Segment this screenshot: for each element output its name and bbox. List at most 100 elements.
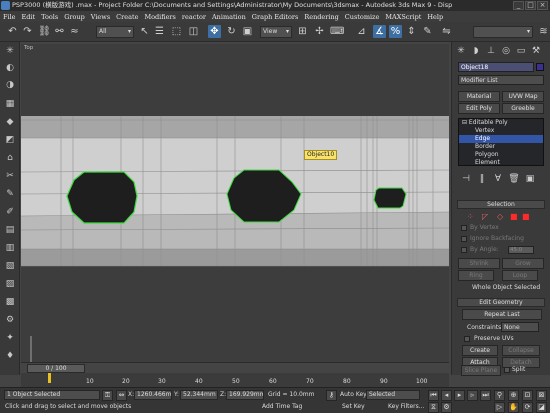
snap-toggle-icon[interactable]: ⊿ — [355, 25, 368, 38]
mirror-icon[interactable]: ⇋ — [440, 25, 453, 38]
pin-stack-icon[interactable]: ⊣ — [460, 173, 472, 185]
zoom-icon[interactable]: ⚲ — [494, 390, 505, 401]
key-icon[interactable]: ⚷ — [326, 390, 337, 401]
menu-maxscript[interactable]: MAXScript — [385, 13, 421, 21]
reference-coordinate-dropdown[interactable]: View — [260, 26, 292, 38]
stack-item-editable-poly[interactable]: ⊟ Editable Poly — [459, 119, 543, 127]
utilities-icon[interactable]: ◩ — [4, 134, 16, 146]
menu-group[interactable]: Group — [64, 13, 85, 21]
pivot-center-icon[interactable]: ⊞ — [296, 25, 309, 38]
viewport-canvas[interactable] — [21, 44, 449, 375]
unlink-icon[interactable]: ⚯ — [53, 25, 66, 38]
tool-2-icon[interactable]: ▨ — [4, 278, 16, 290]
angle-snap-icon[interactable]: ∡ — [373, 25, 386, 38]
material-icon[interactable]: ⌂ — [4, 152, 16, 164]
paint-icon[interactable]: ✐ — [4, 206, 16, 218]
modifier-list-dropdown[interactable]: Modifier List — [458, 75, 544, 85]
material-button[interactable]: Material — [458, 91, 500, 102]
select-and-scale-icon[interactable]: ▣ — [241, 25, 254, 38]
menu-graph-editors[interactable]: Graph Editors — [252, 13, 299, 21]
minimize-button[interactable]: _ — [513, 1, 524, 10]
named-selection-icon[interactable]: ✎ — [421, 25, 434, 38]
menu-help[interactable]: Help — [427, 13, 443, 21]
create-button[interactable]: Create — [462, 345, 498, 356]
spinner-snap-icon[interactable]: ⇕ — [405, 25, 418, 38]
orbit-icon[interactable]: ⟳ — [522, 402, 533, 413]
play-icon[interactable]: ▸ — [454, 390, 465, 401]
greeble-button[interactable]: Greeble — [502, 103, 544, 114]
hierarchy-tab-icon[interactable]: ⊥ — [485, 45, 497, 57]
track-bar[interactable]: 10 20 30 40 50 60 70 80 90 100 — [21, 373, 449, 387]
create-icon[interactable]: ✳ — [4, 45, 16, 57]
edit-poly-button[interactable]: Edit Poly — [458, 103, 500, 114]
brush-icon[interactable]: ✎ — [4, 188, 16, 200]
goto-end-icon[interactable]: ⏭ — [480, 390, 491, 401]
zoom-all-icon[interactable]: ⊕ — [508, 390, 519, 401]
by-angle-spinner[interactable]: 45.0 — [508, 246, 534, 254]
stack-item-edge[interactable]: Edge — [459, 135, 543, 143]
field-of-view-icon[interactable]: ◪ — [536, 402, 547, 413]
edit-geometry-rollout-header[interactable]: Edit Geometry — [457, 298, 545, 307]
time-config-icon[interactable]: ⚙ — [441, 402, 452, 413]
subobject-border-icon[interactable]: ◇ — [497, 212, 503, 221]
menu-views[interactable]: Views — [91, 13, 110, 21]
preserve-uvs-checkbox[interactable] — [464, 336, 470, 342]
key-filters-button[interactable]: Key Filters... — [388, 403, 425, 410]
current-frame-marker[interactable] — [48, 373, 51, 383]
modifier-stack[interactable]: ⊟ Editable Poly Vertex Edge Border Polyg… — [458, 118, 544, 166]
previous-frame-icon[interactable]: ◂ — [441, 390, 452, 401]
window-crossing-icon[interactable]: ◫ — [187, 25, 200, 38]
stack-item-element[interactable]: Element — [459, 159, 543, 167]
tool-3-icon[interactable]: ▩ — [4, 296, 16, 308]
slice-plane-button[interactable]: Slice Plane — [461, 365, 501, 376]
absolute-mode-icon[interactable]: ⇔ — [116, 390, 127, 401]
make-unique-icon[interactable]: ∀ — [492, 173, 504, 185]
shrink-button[interactable]: Shrink — [458, 258, 500, 269]
menu-reactor[interactable]: reactor — [182, 13, 206, 21]
add-time-tag[interactable]: Add Time Tag — [262, 403, 302, 410]
x-coordinate-field[interactable]: 1260.466m — [134, 390, 172, 400]
motion-tab-icon[interactable]: ◎ — [500, 45, 512, 57]
menu-file[interactable]: File — [3, 13, 16, 21]
subobject-vertex-icon[interactable]: ⁘ — [467, 212, 474, 221]
selection-rollout-header[interactable]: Selection — [457, 200, 545, 209]
lock-selection-icon[interactable]: ⚿ — [102, 390, 113, 401]
link-icon[interactable]: ⛓ — [38, 25, 51, 38]
viewport-top[interactable]: Top Object10 — [21, 44, 449, 375]
stack-item-polygon[interactable]: Polygon — [459, 151, 543, 159]
menu-rendering[interactable]: Rendering — [304, 13, 338, 21]
selected-keys-dropdown[interactable]: Selected — [366, 390, 420, 400]
next-frame-icon[interactable]: ▹ — [467, 390, 478, 401]
menu-tools[interactable]: Tools — [41, 13, 58, 21]
menu-modifiers[interactable]: Modifiers — [144, 13, 175, 21]
display-tab-icon[interactable]: ▭ — [515, 45, 527, 57]
close-button[interactable]: × — [537, 1, 548, 10]
time-slider-thumb[interactable]: 0 / 100 — [27, 364, 85, 373]
keyboard-shortcut-icon[interactable]: ⌨ — [330, 25, 344, 38]
maximize-viewport-icon[interactable]: ⊠ — [536, 390, 547, 401]
grid-icon[interactable]: ▤ — [4, 224, 16, 236]
utilities-tab-icon[interactable]: ⚒ — [530, 45, 542, 57]
stack-item-vertex[interactable]: Vertex — [459, 127, 543, 135]
auto-key-button[interactable]: Auto Key — [340, 391, 367, 398]
loop-button[interactable]: Loop — [502, 270, 538, 281]
zoom-extents-icon[interactable]: ⊡ — [522, 390, 533, 401]
remove-modifier-icon[interactable]: 🗑 — [508, 173, 520, 185]
show-end-result-icon[interactable]: ‖ — [476, 173, 488, 185]
render-icon[interactable]: ✂ — [4, 170, 16, 182]
menu-edit[interactable]: Edit — [22, 13, 36, 21]
modify-tab-icon[interactable]: ◗ — [470, 45, 482, 57]
ring-button[interactable]: Ring — [458, 270, 494, 281]
select-and-move-icon[interactable]: ✥ — [208, 25, 221, 38]
select-by-name-icon[interactable]: ☰ — [153, 25, 166, 38]
select-and-rotate-icon[interactable]: ↻ — [225, 25, 238, 38]
fov-icon[interactable]: ▷ — [494, 402, 505, 413]
repeat-last-button[interactable]: Repeat Last — [462, 309, 542, 320]
subobject-element-icon[interactable]: ■ — [522, 212, 530, 221]
subobject-edge-icon[interactable]: ◸ — [482, 212, 488, 221]
set-key-button[interactable]: Set Key — [342, 403, 365, 410]
hierarchy-icon[interactable]: ◑ — [4, 79, 16, 91]
goto-start-icon[interactable]: ⏮ — [428, 390, 439, 401]
grow-button[interactable]: Grow — [502, 258, 544, 269]
motion-icon[interactable]: ▦ — [4, 98, 16, 110]
